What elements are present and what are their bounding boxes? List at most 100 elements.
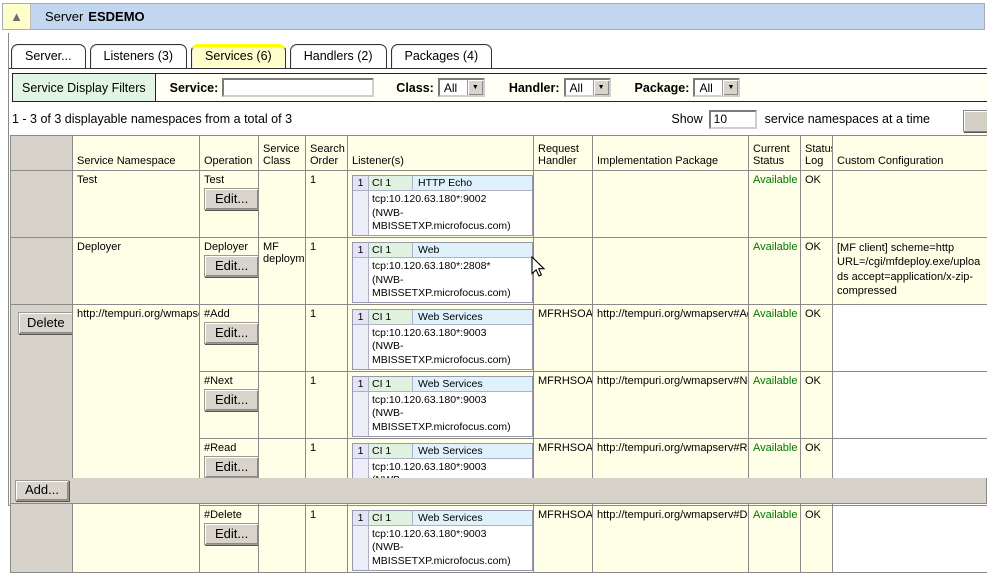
listener-spacer bbox=[353, 258, 369, 302]
tab-packages[interactable]: Packages (4) bbox=[391, 44, 493, 68]
edit-button[interactable]: Edit... bbox=[204, 523, 259, 545]
operation-label: Test bbox=[204, 174, 254, 186]
custom-configuration-cell bbox=[833, 371, 987, 438]
operation-label: #Read bbox=[204, 442, 254, 454]
table-row: Test Test Edit... 1 1 CI 1 HTTP Echo tcp… bbox=[11, 171, 987, 238]
edit-button[interactable]: Edit... bbox=[204, 188, 259, 210]
current-status-cell: Available bbox=[749, 505, 801, 572]
listeners-cell: 1 CI 1 Web Services tcp:10.120.63.180*:9… bbox=[348, 371, 534, 438]
collapse-button[interactable]: ▲ bbox=[3, 4, 31, 29]
column-header-operation: Operation bbox=[200, 136, 259, 171]
column-header-implementation-package: Implementation Package bbox=[593, 136, 749, 171]
tab-handlers[interactable]: Handlers (2) bbox=[290, 44, 387, 68]
server-title-prefix: Server bbox=[45, 9, 83, 24]
handler-filter-label: Handler: bbox=[509, 81, 560, 95]
listeners-cell: 1 CI 1 Web tcp:10.120.63.180*:2808* (NWB… bbox=[348, 237, 534, 304]
service-filter-input[interactable] bbox=[222, 78, 374, 97]
listener-name: Web Services bbox=[413, 444, 532, 459]
listener-chip: 1 CI 1 HTTP Echo tcp:10.120.63.180*:9002… bbox=[352, 175, 533, 236]
column-header-search-order: Search Order bbox=[306, 136, 348, 171]
custom-configuration-cell bbox=[833, 171, 987, 238]
delete-button[interactable]: Delete bbox=[18, 312, 73, 334]
operation-cell: #Delete Edit... bbox=[200, 505, 259, 572]
search-order-cell: 1 bbox=[306, 304, 348, 371]
listeners-cell: 1 CI 1 Web Services tcp:10.120.63.180*:9… bbox=[348, 304, 534, 371]
column-header-actions bbox=[11, 136, 73, 171]
listener-endpoint: tcp:10.120.63.180*:9003 bbox=[372, 461, 529, 475]
table-footer-bar: Add... bbox=[10, 478, 987, 504]
listener-name: Web Services bbox=[413, 511, 532, 526]
tab-server[interactable]: Server... bbox=[11, 44, 86, 68]
listener-conversation: CI 1 bbox=[369, 511, 413, 526]
status-log-cell[interactable]: OK bbox=[801, 171, 833, 238]
class-filter-label: Class: bbox=[396, 81, 434, 95]
service-display-filters-bar: Service Display Filters Service: Class: … bbox=[12, 73, 987, 102]
operation-cell: Test Edit... bbox=[200, 171, 259, 238]
server-title-bar: ▲ Server ESDEMO bbox=[2, 3, 985, 30]
column-header-request-handler: Request Handler bbox=[534, 136, 593, 171]
class-select[interactable]: All ▼ bbox=[438, 78, 485, 97]
show-suffix-label: service namespaces at a time bbox=[765, 112, 930, 126]
filters-panel-title: Service Display Filters bbox=[13, 74, 156, 101]
tab-services[interactable]: Services (6) bbox=[191, 44, 286, 68]
operation-cell: Deployer Edit... bbox=[200, 237, 259, 304]
package-select-value: All bbox=[695, 80, 722, 95]
listener-conversation: CI 1 bbox=[369, 176, 413, 191]
table-header-row: Service Namespace Operation Service Clas… bbox=[11, 136, 987, 171]
tab-listeners[interactable]: Listeners (3) bbox=[90, 44, 187, 68]
edit-button[interactable]: Edit... bbox=[204, 456, 259, 478]
listener-number: 1 bbox=[353, 377, 369, 392]
add-button[interactable]: Add... bbox=[15, 480, 69, 501]
listener-spacer bbox=[353, 526, 369, 570]
listener-host: (NWB-MBISSETXP.microfocus.com) bbox=[372, 541, 529, 568]
listener-chip: 1 CI 1 Web Services tcp:10.120.63.180*:9… bbox=[352, 309, 533, 370]
operation-label: #Add bbox=[204, 308, 254, 320]
column-header-status-log: Status Log bbox=[801, 136, 833, 171]
status-log-cell[interactable]: OK bbox=[801, 237, 833, 304]
edit-button[interactable]: Edit... bbox=[204, 322, 259, 344]
edit-button[interactable]: Edit... bbox=[204, 255, 259, 277]
handler-select-value: All bbox=[566, 80, 593, 95]
listener-endpoint-block: tcp:10.120.63.180*:9003 (NWB-MBISSETXP.m… bbox=[369, 392, 532, 436]
pagination-row: 1 - 3 of 3 displayable namespaces from a… bbox=[12, 106, 930, 132]
services-table: Service Namespace Operation Service Clas… bbox=[10, 135, 987, 573]
namespace-cell: http://tempuri.org/wmapserv bbox=[73, 304, 200, 572]
chevron-down-icon[interactable]: ▼ bbox=[722, 80, 738, 95]
current-status-cell: Available bbox=[749, 171, 801, 238]
implementation-package-cell: http://tempuri.org/wmapserv#Delete bbox=[593, 505, 749, 572]
search-order-cell: 1 bbox=[306, 237, 348, 304]
current-status-cell: Available bbox=[749, 304, 801, 371]
status-log-cell[interactable]: OK bbox=[801, 304, 833, 371]
status-log-cell[interactable]: OK bbox=[801, 371, 833, 438]
listener-chip: 1 CI 1 Web tcp:10.120.63.180*:2808* (NWB… bbox=[352, 242, 533, 303]
listeners-cell: 1 CI 1 HTTP Echo tcp:10.120.63.180*:9002… bbox=[348, 171, 534, 238]
custom-configuration-cell: [MF client] scheme=http URL=/cgi/mfdeplo… bbox=[833, 237, 987, 304]
service-filter-label: Service: bbox=[170, 81, 219, 95]
listener-endpoint-block: tcp:10.120.63.180*:9003 (NWB-MBISSETXP.m… bbox=[369, 526, 532, 570]
implementation-package-cell bbox=[593, 171, 749, 238]
package-select[interactable]: All ▼ bbox=[693, 78, 740, 97]
show-count-input[interactable] bbox=[709, 110, 757, 129]
chevron-down-icon[interactable]: ▼ bbox=[467, 80, 483, 95]
listener-name: Web Services bbox=[413, 377, 532, 392]
request-handler-cell: MFRHSOAP bbox=[534, 505, 593, 572]
namespace-cell: Deployer bbox=[73, 237, 200, 304]
status-log-cell[interactable]: OK bbox=[801, 505, 833, 572]
custom-configuration-cell bbox=[833, 304, 987, 371]
chevron-down-icon[interactable]: ▼ bbox=[593, 80, 609, 95]
edit-button[interactable]: Edit... bbox=[204, 389, 259, 411]
namespace-cell: Test bbox=[73, 171, 200, 238]
server-title: Server ESDEMO bbox=[31, 4, 984, 29]
class-select-value: All bbox=[440, 80, 467, 95]
listener-conversation: CI 1 bbox=[369, 444, 413, 459]
service-class-cell bbox=[259, 505, 306, 572]
column-header-service-namespace: Service Namespace bbox=[73, 136, 200, 171]
listener-number: 1 bbox=[353, 444, 369, 459]
listener-endpoint: tcp:10.120.63.180*:9002 bbox=[372, 193, 529, 207]
handler-select[interactable]: All ▼ bbox=[564, 78, 611, 97]
listener-host: (NWB-MBISSETXP.microfocus.com) bbox=[372, 207, 529, 234]
collapse-triangle-icon: ▲ bbox=[10, 9, 23, 24]
listener-conversation: CI 1 bbox=[369, 377, 413, 392]
tab-strip: Server... Listeners (3) Services (6) Han… bbox=[9, 44, 987, 69]
page-forward-button[interactable] bbox=[963, 110, 987, 132]
